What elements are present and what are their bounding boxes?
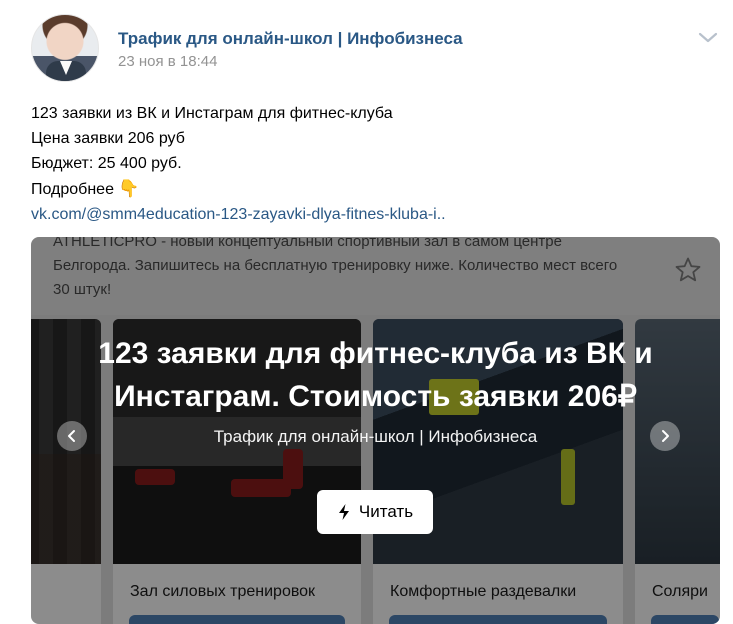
post-text: 123 заявки из ВК и Инстаграм для фитнес-… — [31, 101, 446, 227]
wall-post: Трафик для онлайн-школ | Инфобизнеса 23 … — [0, 0, 733, 624]
post-line-more: Подробнее 👇 — [31, 176, 446, 202]
author-avatar[interactable] — [31, 14, 99, 82]
author-name[interactable]: Трафик для онлайн-школ | Инфобизнеса — [118, 29, 463, 49]
post-line: 123 заявки из ВК и Инстаграм для фитнес-… — [31, 105, 393, 122]
card-source: Трафик для онлайн-школ | Инфобизнеса — [213, 427, 538, 446]
post-line: Бюджет: 25 400 руб. — [31, 155, 182, 172]
post-line: Цена заявки 206 руб — [31, 130, 185, 147]
card-title[interactable]: 123 заявки для фитнес-клуба из ВК и Инст… — [31, 332, 720, 418]
read-button-label: Читать — [358, 502, 414, 521]
card-title-line: 123 заявки для фитнес-клуба из ВК и — [98, 337, 653, 370]
card-title-line: Инстаграм. Стоимость заявки 206₽ — [114, 380, 637, 413]
chevron-down-icon — [698, 32, 718, 43]
post-date[interactable]: 23 ноя в 18:44 — [118, 53, 217, 70]
read-button[interactable]: Читать — [317, 490, 433, 534]
post-link[interactable]: vk.com/@smm4education-123-zayavki-dlya-f… — [31, 202, 446, 227]
more-label: Подробнее — [31, 181, 114, 198]
hand-down-icon: 👇 — [117, 179, 140, 198]
lightning-icon — [338, 504, 349, 520]
post-menu-button[interactable] — [697, 30, 719, 46]
article-card[interactable]: ATHLETICPRO - новый концептуальный спорт… — [31, 237, 720, 624]
